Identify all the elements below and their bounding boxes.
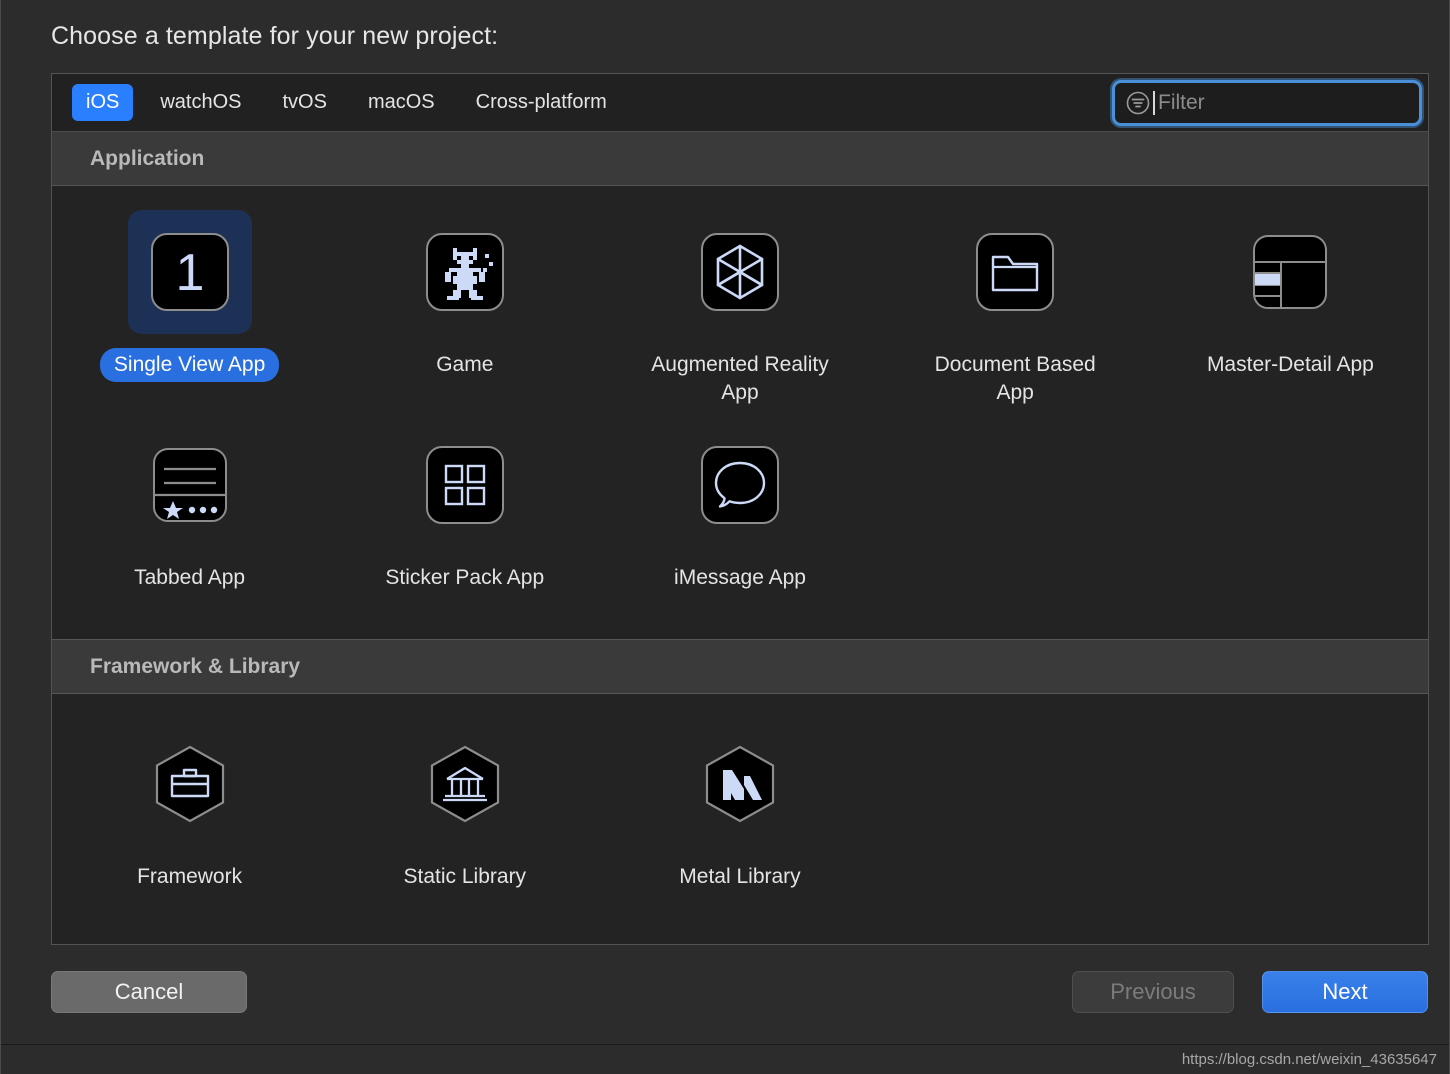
template-item-label: Tabbed App	[134, 566, 246, 590]
four-squares-grid-icon	[425, 446, 504, 525]
filter-field[interactable]: Filter	[1112, 80, 1422, 126]
tab-watchos[interactable]: watchOS	[146, 84, 255, 121]
new-project-template-sheet: Choose a template for your new project: …	[0, 0, 1450, 1074]
icon-tile	[1228, 210, 1352, 334]
icon-tile	[403, 423, 527, 547]
template-item-sticker-pack-app[interactable]: Sticker Pack App	[327, 413, 602, 595]
tab-ios[interactable]: iOS	[72, 84, 134, 121]
icon-tile	[403, 210, 527, 334]
platform-tabbar: iOS watchOS tvOS macOS Cross-platform Fi…	[52, 74, 1428, 132]
template-item-label: Static Library	[403, 865, 527, 889]
icon-tile	[128, 423, 252, 547]
next-button[interactable]: Next	[1262, 971, 1428, 1013]
grid-filler	[878, 413, 1153, 595]
split-layout-icon	[1253, 235, 1328, 309]
template-item-label: Augmented Reality App	[651, 353, 829, 404]
grid-filler	[1153, 712, 1428, 894]
template-item-label: Framework	[137, 865, 243, 889]
folder-icon	[976, 233, 1055, 311]
icon-tile	[678, 210, 802, 334]
previous-button[interactable]: Previous	[1072, 971, 1234, 1013]
page-title: Choose a template for your new project:	[51, 22, 499, 50]
wireframe-cube-icon	[700, 233, 779, 311]
template-item-master-detail-app[interactable]: Master-Detail App	[1153, 200, 1428, 409]
watermark-url: https://blog.csdn.net/weixin_43635647	[1181, 1051, 1437, 1068]
hexagon-metal-m-icon	[705, 745, 775, 823]
template-item-label: Master-Detail App	[1206, 353, 1374, 376]
tab-macos[interactable]: macOS	[354, 84, 449, 121]
hexagon-toolbox-icon	[155, 745, 224, 823]
tab-cross-platform[interactable]: Cross-platform	[462, 84, 621, 121]
text-cursor	[1153, 91, 1155, 115]
template-item-game[interactable]: Game	[327, 200, 602, 409]
application-template-grid: 1 Single View App Game Augmented Reality…	[52, 186, 1428, 640]
number-one-icon: 1	[150, 233, 229, 311]
template-item-imessage-app[interactable]: iMessage App	[602, 413, 877, 595]
template-item-single-view-app[interactable]: 1 Single View App	[52, 200, 327, 409]
icon-tile: 1	[127, 210, 252, 334]
grid-filler	[1153, 413, 1428, 595]
template-item-augmented-reality-app[interactable]: Augmented Reality App	[602, 200, 877, 409]
template-item-label: Metal Library	[679, 865, 801, 889]
tab-bar-icon	[152, 448, 227, 523]
section-header-framework-library: Framework & Library	[52, 640, 1428, 695]
template-item-label: Document Based App	[934, 353, 1096, 404]
template-item-label: Sticker Pack App	[385, 566, 545, 590]
grid-filler	[878, 712, 1153, 894]
icon-tile	[678, 423, 802, 547]
icon-tile	[403, 722, 527, 846]
icon-tile	[678, 722, 802, 846]
template-panel: iOS watchOS tvOS macOS Cross-platform Fi…	[51, 73, 1429, 945]
tab-tvos[interactable]: tvOS	[269, 84, 341, 121]
template-item-static-library[interactable]: Static Library	[327, 712, 602, 894]
hexagon-bank-icon	[430, 745, 499, 823]
template-item-tabbed-app[interactable]: Tabbed App	[52, 413, 327, 595]
svg-text:1: 1	[175, 244, 204, 302]
section-header-application: Application	[52, 132, 1428, 186]
template-item-label: iMessage App	[674, 566, 806, 590]
icon-tile	[128, 722, 252, 846]
cancel-button[interactable]: Cancel	[51, 971, 247, 1013]
spaceman-sprite-icon	[425, 233, 504, 311]
icon-tile	[953, 210, 1077, 334]
template-item-document-based-app[interactable]: Document Based App	[878, 200, 1153, 409]
template-item-label: Game	[436, 353, 494, 376]
filter-icon	[1125, 90, 1151, 116]
speech-bubble-icon	[700, 446, 779, 525]
template-item-metal-library[interactable]: Metal Library	[602, 712, 877, 894]
framework-library-template-grid: Framework Static Library Metal Library	[52, 694, 1428, 944]
filter-placeholder: Filter	[1158, 91, 1205, 114]
watermark-divider	[1, 1044, 1449, 1045]
template-item-framework[interactable]: Framework	[52, 712, 327, 894]
dialog-footer: Cancel Previous Next	[1, 955, 1450, 1040]
template-item-label: Single View App	[99, 348, 280, 382]
